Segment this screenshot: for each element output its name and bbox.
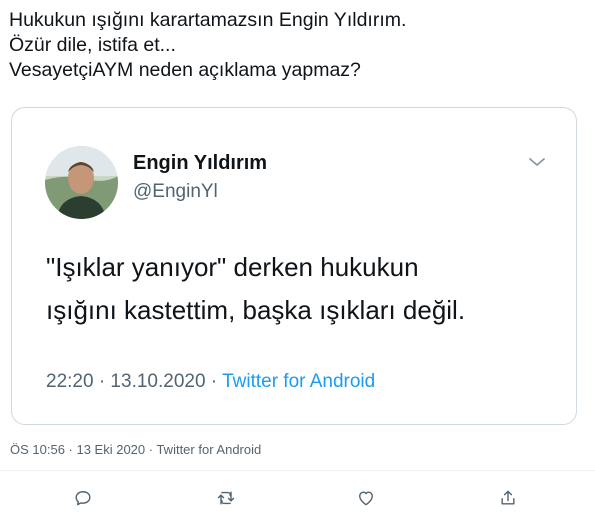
- quoted-author-name[interactable]: Engin Yıldırım: [133, 152, 267, 175]
- like-button[interactable]: [350, 482, 382, 514]
- quoted-author-handle[interactable]: @EnginYl: [133, 181, 218, 203]
- divider: [0, 470, 595, 471]
- retweet-icon: [217, 491, 235, 505]
- quoted-tweet-meta: 22:20 · 13.10.2020 · Twitter for Android: [46, 371, 375, 393]
- retweet-button[interactable]: [210, 482, 242, 514]
- quoted-tweet-body: "Işıklar yanıyor" derken hukukun ışığını…: [46, 246, 556, 332]
- quoted-source-link[interactable]: Twitter for Android: [222, 371, 375, 392]
- avatar[interactable]: [45, 146, 118, 219]
- share-icon: [501, 490, 515, 505]
- quoted-body-line: "Işıklar yanıyor" derken hukukun: [46, 252, 419, 282]
- tweet-line: Hukukun ışığını karartamazsın Engin Yıld…: [9, 9, 407, 31]
- share-button[interactable]: [492, 482, 524, 514]
- tweet-text: Hukukun ışığını karartamazsın Engin Yıld…: [9, 8, 579, 83]
- heart-icon: [359, 491, 373, 506]
- chevron-down-icon[interactable]: [526, 154, 548, 170]
- quoted-tweet-card[interactable]: Engin Yıldırım @EnginYl "Işıklar yanıyor…: [11, 107, 577, 425]
- tweet-line: VesayetçiAYM neden açıklama yapmaz?: [9, 59, 361, 81]
- reply-icon: [75, 491, 91, 506]
- avatar-photo: [45, 146, 118, 219]
- quoted-timestamp[interactable]: 22:20 · 13.10.2020 ·: [46, 371, 222, 392]
- tweet-line: Özür dile, istifa et...: [9, 34, 176, 56]
- reply-button[interactable]: [67, 482, 99, 514]
- quoted-body-line: ışığını kastettim, başka ışıkları değil.: [46, 295, 466, 325]
- tweet-meta: ÖS 10:56 · 13 Eki 2020 · Twitter for And…: [10, 442, 262, 457]
- action-bar: [0, 482, 595, 514]
